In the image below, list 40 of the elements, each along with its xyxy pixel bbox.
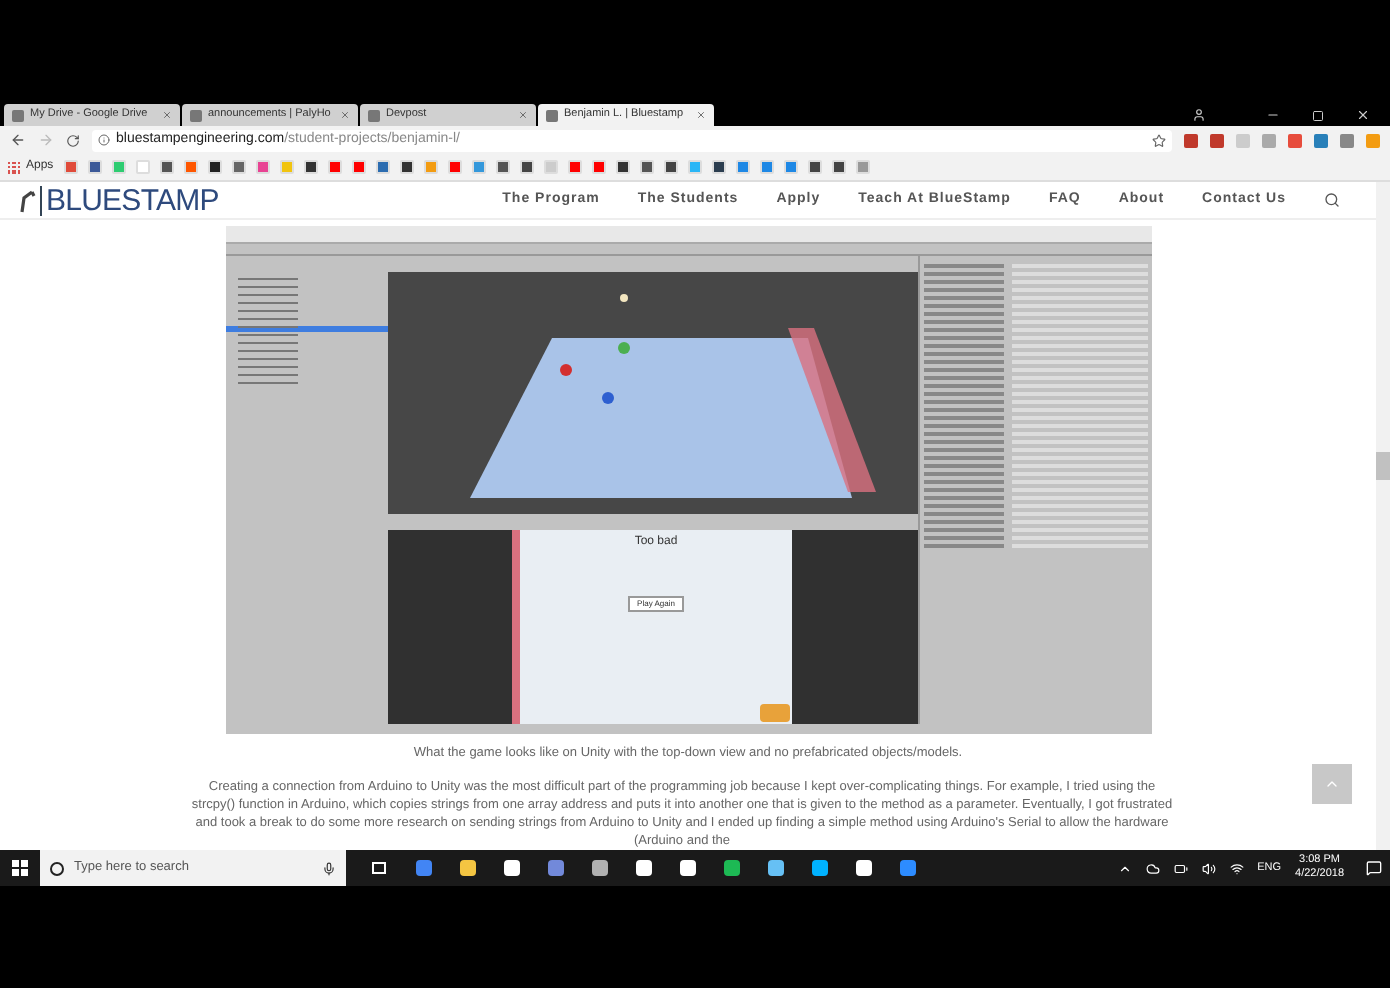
back-icon[interactable] xyxy=(10,132,26,148)
maximize-icon[interactable] xyxy=(1312,110,1324,122)
cloud-icon[interactable] xyxy=(1145,861,1160,875)
cortana-ring-icon xyxy=(50,861,64,875)
taskbar-app-icon[interactable] xyxy=(856,860,872,876)
taskbar-app-icon[interactable] xyxy=(592,860,608,876)
speaker-icon[interactable] xyxy=(1201,861,1216,875)
chevron-up-icon[interactable] xyxy=(1117,861,1132,875)
site-logo[interactable]: BLUESTAMP xyxy=(20,185,219,216)
site-favicon xyxy=(546,109,558,121)
taskbar-app-icon[interactable] xyxy=(460,860,476,876)
robot-arm-icon xyxy=(20,187,36,214)
taskbar-app-icon[interactable] xyxy=(548,860,564,876)
battery-icon[interactable] xyxy=(1173,861,1188,875)
search-icon[interactable] xyxy=(1324,192,1340,209)
taskbar-app-icon[interactable] xyxy=(416,860,432,876)
site-favicon xyxy=(190,109,202,121)
scrollbar[interactable] xyxy=(1376,182,1390,850)
bookmark-star-icon[interactable] xyxy=(1152,133,1166,147)
info-icon xyxy=(98,134,110,146)
taskbar-app-icon[interactable] xyxy=(768,860,784,876)
task-view-icon[interactable] xyxy=(372,862,386,874)
notification-icon[interactable] xyxy=(1366,860,1382,876)
scrollbar-thumb[interactable] xyxy=(1376,452,1390,480)
taskbar-app-icon[interactable] xyxy=(504,860,520,876)
windows-start-icon[interactable] xyxy=(12,860,28,876)
taskbar-app-icon[interactable] xyxy=(636,860,652,876)
chevron-up-icon xyxy=(1324,776,1340,792)
site-favicon xyxy=(12,109,24,121)
vr-headset-icon xyxy=(760,704,790,723)
taskbar-app-icon[interactable] xyxy=(812,860,828,876)
minimize-icon[interactable] xyxy=(1266,108,1280,122)
reload-icon[interactable] xyxy=(66,133,80,147)
profile-icon[interactable] xyxy=(1192,108,1206,122)
microphone-icon xyxy=(322,861,336,875)
taskbar-app-icon[interactable] xyxy=(900,860,916,876)
taskbar-app-icon[interactable] xyxy=(724,860,740,876)
taskbar-app-icon[interactable] xyxy=(680,860,696,876)
network-icon[interactable] xyxy=(1229,861,1244,875)
site-favicon xyxy=(368,109,380,121)
